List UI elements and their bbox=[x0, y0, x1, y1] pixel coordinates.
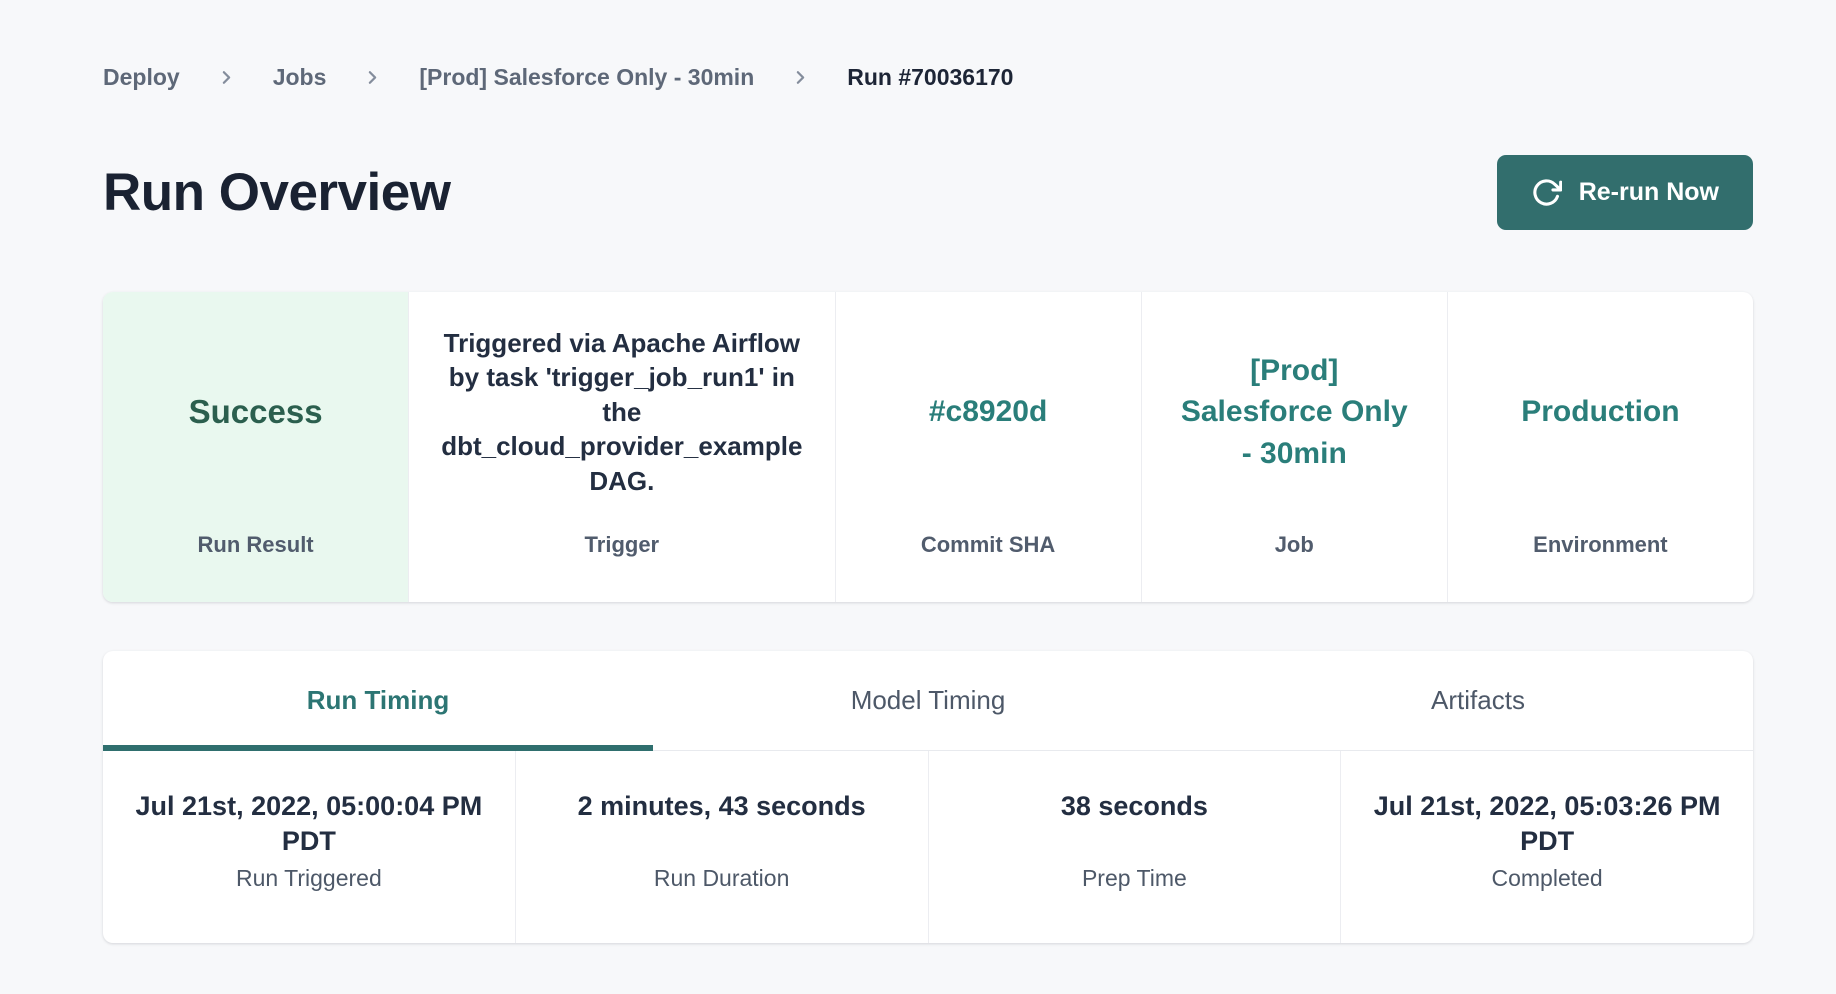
trigger-value-wrap: Triggered via Apache Airflow by task 'tr… bbox=[441, 292, 802, 532]
environment-section: Production Environment bbox=[1447, 292, 1753, 602]
tab-bar: Run Timing Model Timing Artifacts bbox=[103, 651, 1753, 751]
run-overview-page: Deploy Jobs [Prod] Salesforce Only - 30m… bbox=[0, 0, 1836, 943]
commit-sha-link[interactable]: #c8920d bbox=[929, 391, 1047, 432]
refresh-icon bbox=[1531, 177, 1562, 208]
run-result-label: Run Result bbox=[198, 532, 314, 602]
trigger-description: Triggered via Apache Airflow by task 'tr… bbox=[441, 326, 802, 499]
job-value-wrap: [Prod] Salesforce Only - 30min bbox=[1181, 292, 1408, 532]
prep-time-cell: 38 seconds Prep Time bbox=[928, 751, 1341, 943]
environment-link[interactable]: Production bbox=[1521, 391, 1679, 432]
chevron-right-icon bbox=[216, 67, 237, 88]
run-summary-card: Success Run Result Triggered via Apache … bbox=[103, 292, 1753, 602]
trigger-section: Triggered via Apache Airflow by task 'tr… bbox=[408, 292, 834, 602]
run-result-status: Success bbox=[189, 393, 323, 431]
run-triggered-value: Jul 21st, 2022, 05:00:04 PM PDT bbox=[136, 789, 483, 863]
completed-cell: Jul 21st, 2022, 05:03:26 PM PDT Complete… bbox=[1340, 751, 1753, 943]
tab-model-timing[interactable]: Model Timing bbox=[653, 651, 1203, 750]
run-duration-cell: 2 minutes, 43 seconds Run Duration bbox=[515, 751, 928, 943]
breadcrumb-job-name[interactable]: [Prod] Salesforce Only - 30min bbox=[419, 64, 754, 91]
commit-sha-value-wrap: #c8920d bbox=[929, 292, 1047, 532]
chevron-right-icon bbox=[790, 67, 811, 88]
run-triggered-label: Run Triggered bbox=[236, 865, 382, 892]
environment-label: Environment bbox=[1533, 532, 1667, 602]
commit-sha-section: #c8920d Commit SHA bbox=[835, 292, 1141, 602]
completed-label: Completed bbox=[1492, 865, 1603, 892]
breadcrumb-jobs[interactable]: Jobs bbox=[273, 64, 327, 91]
job-label: Job bbox=[1275, 532, 1314, 602]
page-header: Run Overview Re-run Now bbox=[103, 155, 1753, 230]
run-duration-label: Run Duration bbox=[654, 865, 790, 892]
environment-value-wrap: Production bbox=[1521, 292, 1679, 532]
commit-sha-label: Commit SHA bbox=[921, 532, 1055, 602]
breadcrumb-deploy[interactable]: Deploy bbox=[103, 64, 180, 91]
job-section: [Prod] Salesforce Only - 30min Job bbox=[1141, 292, 1447, 602]
page-title: Run Overview bbox=[103, 162, 450, 223]
breadcrumb-current-run: Run #70036170 bbox=[847, 64, 1013, 91]
run-result-value-wrap: Success bbox=[189, 292, 323, 532]
run-result-section: Success Run Result bbox=[103, 292, 408, 602]
job-link[interactable]: [Prod] Salesforce Only - 30min bbox=[1181, 350, 1408, 474]
completed-value: Jul 21st, 2022, 05:03:26 PM PDT bbox=[1374, 789, 1721, 863]
tab-run-timing[interactable]: Run Timing bbox=[103, 651, 653, 750]
prep-time-value: 38 seconds bbox=[1061, 789, 1208, 863]
run-timing-card: Run Timing Model Timing Artifacts Jul 21… bbox=[103, 651, 1753, 943]
run-duration-value: 2 minutes, 43 seconds bbox=[578, 789, 866, 863]
breadcrumb: Deploy Jobs [Prod] Salesforce Only - 30m… bbox=[103, 64, 1753, 91]
run-timing-panel: Jul 21st, 2022, 05:00:04 PM PDT Run Trig… bbox=[103, 751, 1753, 943]
prep-time-label: Prep Time bbox=[1082, 865, 1187, 892]
tab-artifacts[interactable]: Artifacts bbox=[1203, 651, 1753, 750]
rerun-button-label: Re-run Now bbox=[1579, 178, 1719, 207]
trigger-label: Trigger bbox=[585, 532, 660, 602]
rerun-now-button[interactable]: Re-run Now bbox=[1497, 155, 1753, 230]
run-triggered-cell: Jul 21st, 2022, 05:00:04 PM PDT Run Trig… bbox=[103, 751, 515, 943]
chevron-right-icon bbox=[362, 67, 383, 88]
